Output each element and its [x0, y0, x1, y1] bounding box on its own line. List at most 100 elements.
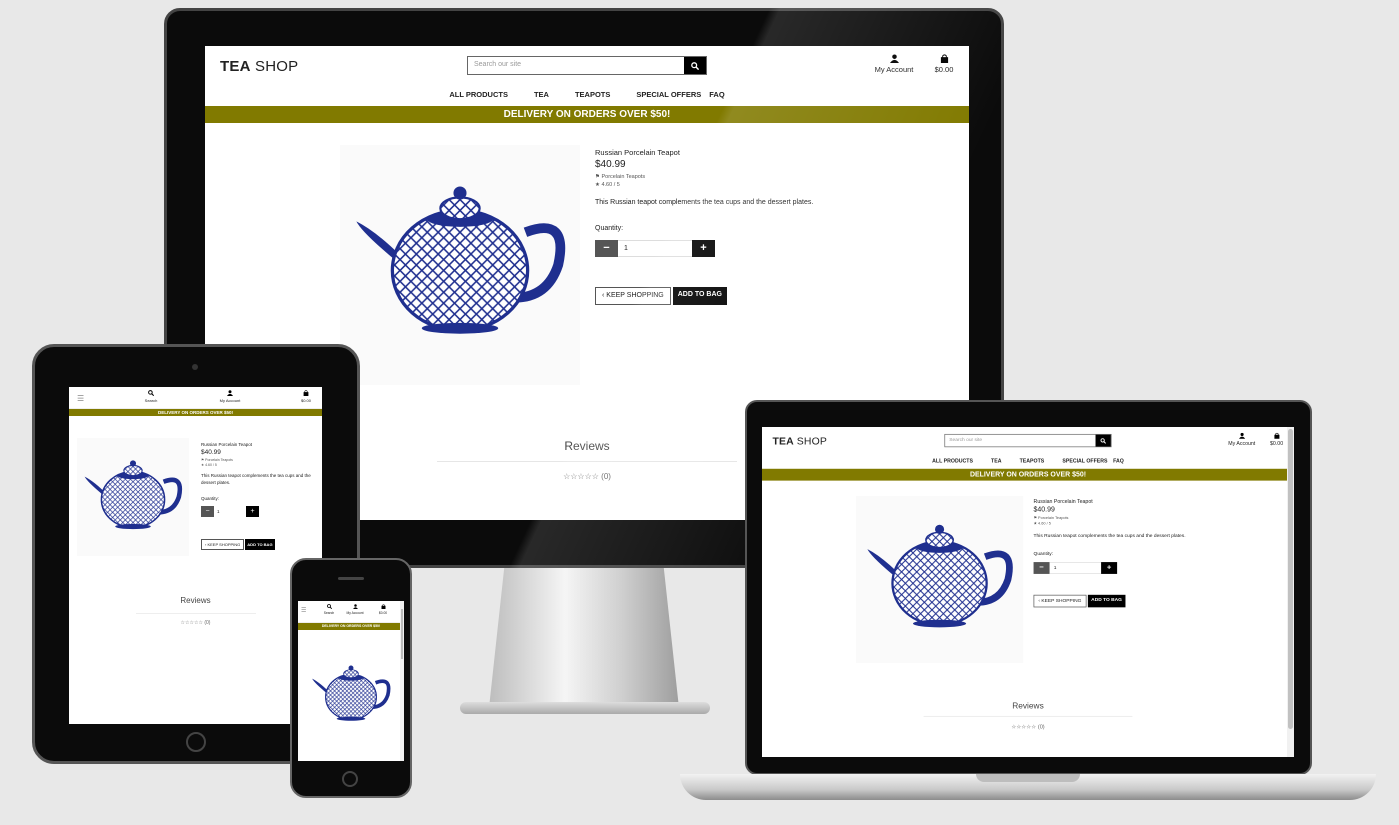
product-actions: ‹ KEEP SHOPPING ADD TO BAG [201, 539, 319, 551]
product-description: This Russian teapot complements the tea … [595, 199, 814, 206]
tag-icon: ⚑ [201, 458, 205, 462]
plus-icon: + [700, 242, 707, 254]
keep-shopping-label: KEEP SHOPPING [207, 542, 241, 548]
account-label: My Account [219, 398, 241, 403]
tablet-home-button[interactable] [186, 732, 206, 752]
star-icon: ★ [201, 463, 205, 467]
bag-link[interactable]: $0.00 [297, 390, 315, 403]
nav-tea[interactable]: TEA [534, 90, 549, 99]
nav-teapots[interactable]: TEAPOTS [1020, 458, 1045, 464]
nav-all-products[interactable]: ALL PRODUCTS [449, 90, 508, 99]
search-icon [326, 604, 332, 610]
quantity-input[interactable]: 1 [214, 506, 246, 517]
hamburger-icon[interactable]: ☰ [77, 394, 84, 403]
account-link[interactable]: My Account [214, 390, 246, 403]
product-image [856, 495, 1024, 664]
reviews-divider [135, 613, 256, 614]
laptop: TEA SHOP Search our site My Account $0.0… [676, 400, 1380, 810]
reviews-divider [923, 715, 1133, 717]
chevron-left-icon: ‹ [602, 291, 605, 299]
phone: ☰ Search My Account $0.00 DELIVERY ON OR… [290, 558, 412, 798]
search-input[interactable]: Search our site [468, 57, 684, 74]
bag-total: $0.00 [378, 611, 388, 615]
search-icon [148, 390, 155, 397]
product-info: Russian Porcelain Teapot $40.99 ⚑ Porcel… [1033, 498, 1194, 607]
quantity-input[interactable]: 1 [1049, 561, 1102, 574]
phone-home-button[interactable] [342, 771, 358, 787]
teapot-image [856, 496, 1023, 663]
laptop-notch [976, 774, 1080, 782]
site-header: TEA SHOP Search our site My Account $0.0… [205, 46, 969, 106]
keep-shopping-button[interactable]: ‹ KEEP SHOPPING [201, 539, 245, 551]
bag-total: $0.00 [934, 65, 954, 74]
quantity-label: Quantity: [201, 496, 220, 502]
decrement-button[interactable]: − [595, 239, 618, 257]
hamburger-icon[interactable]: ☰ [301, 607, 306, 614]
reviews-count: (0) [601, 472, 611, 481]
product-rating: ★ 4.60 / 5 [1034, 522, 1194, 526]
search-bar: Search our site [467, 56, 707, 75]
minus-icon: − [1039, 563, 1044, 572]
delivery-banner: DELIVERY ON ORDERS OVER $50! [69, 409, 322, 416]
search-icon [691, 61, 699, 70]
site-logo[interactable]: TEA SHOP [220, 58, 298, 75]
bag-link[interactable]: $0.00 [1266, 432, 1287, 446]
account-link[interactable]: My Account [1224, 432, 1259, 446]
laptop-scrollbar[interactable] [1287, 427, 1294, 757]
product-actions: ‹ KEEP SHOPPING ADD TO BAG [1033, 594, 1194, 607]
nav-faq[interactable]: FAQ [1113, 458, 1124, 464]
product-price: $40.99 [201, 449, 221, 456]
nav-faq[interactable]: FAQ [709, 90, 724, 99]
bag-icon [940, 54, 948, 63]
phone-page: ☰ Search My Account $0.00 DELIVERY ON OR… [298, 601, 404, 761]
decrement-button[interactable]: − [201, 506, 214, 518]
reviews-section: Reviews ☆☆☆☆☆ (0) [69, 576, 322, 626]
nav-all-products[interactable]: ALL PRODUCTS [932, 458, 973, 464]
search-button[interactable] [1095, 434, 1111, 447]
increment-button[interactable]: + [1101, 561, 1118, 574]
keep-shopping-button[interactable]: ‹ KEEP SHOPPING [1033, 594, 1087, 607]
reviews-count: (0) [1037, 723, 1045, 730]
add-to-bag-button[interactable]: ADD TO BAG [1087, 594, 1126, 607]
search-label: Search [144, 398, 158, 403]
bag-icon [1274, 432, 1280, 439]
quantity-input[interactable]: 1 [618, 239, 692, 257]
rating-label: 4.60 / 5 [601, 182, 620, 188]
phone-scrollbar[interactable] [400, 601, 404, 761]
bag-link[interactable]: $0.00 [374, 604, 392, 615]
add-to-bag-button[interactable]: ADD TO BAG [245, 539, 275, 551]
nav-teapots[interactable]: TEAPOTS [575, 90, 610, 99]
keep-shopping-button[interactable]: ‹ KEEP SHOPPING [595, 286, 671, 305]
decrement-button[interactable]: − [1033, 561, 1050, 574]
star-icon: ★ [1033, 521, 1037, 526]
product-actions: ‹ KEEP SHOPPING ADD TO BAG [595, 286, 855, 305]
increment-button[interactable]: + [692, 239, 715, 257]
site-logo[interactable]: TEA SHOP [772, 435, 827, 447]
search-input[interactable]: Search our site [945, 435, 1095, 447]
search-toggle[interactable]: Search [141, 390, 161, 403]
reviews-section: Reviews ☆☆☆☆☆ (0) [762, 683, 1294, 730]
teapot-image [340, 145, 580, 385]
add-to-bag-button[interactable]: ADD TO BAG [672, 286, 727, 305]
increment-button[interactable]: + [246, 506, 259, 518]
bag-link[interactable]: $0.00 [929, 54, 959, 74]
account-link[interactable]: My Account [869, 54, 919, 74]
category-label: Porcelain Teapots [601, 174, 646, 180]
laptop-screen: TEA SHOP Search our site My Account $0.0… [762, 427, 1294, 757]
nav-special-offers[interactable]: SPECIAL OFFERS [1062, 458, 1107, 464]
product-category[interactable]: ⚑ Porcelain Teapots [1034, 516, 1194, 520]
search-icon [1100, 437, 1106, 444]
product-section: Russian Porcelain Teapot $40.99 ⚑ Porcel… [762, 481, 1294, 683]
reviews-count: (0) [204, 620, 211, 626]
user-icon [227, 390, 233, 396]
product-category[interactable]: ⚑ Porcelain Teapots [595, 174, 855, 180]
search-button[interactable] [684, 57, 706, 74]
empty-stars-icon: ☆☆☆☆☆ [180, 620, 203, 626]
account-link[interactable]: My Account [340, 604, 370, 615]
reviews-title: Reviews [180, 596, 211, 605]
nav-tea[interactable]: TEA [991, 458, 1001, 464]
product-price: $40.99 [1033, 505, 1055, 514]
product-category[interactable]: ⚑ Porcelain Teapots [201, 458, 319, 462]
nav-special-offers[interactable]: SPECIAL OFFERS [636, 90, 701, 99]
search-toggle[interactable]: Search [320, 604, 338, 615]
